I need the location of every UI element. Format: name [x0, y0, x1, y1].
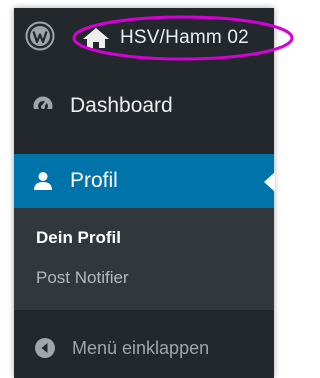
admin-sidebar: HSV/Hamm 02 Dashboard Profil Dein Profil…: [14, 8, 294, 378]
wordpress-logo-icon[interactable]: [25, 21, 55, 51]
collapse-label: Menü einklappen: [72, 337, 210, 358]
site-name-link[interactable]: HSV/Hamm 02: [70, 14, 294, 62]
admin-menu: Dashboard Profil Dein Profil Post Notifi…: [14, 64, 275, 374]
menu-item-label: Dashboard: [70, 94, 173, 117]
menu-item-dashboard[interactable]: Dashboard: [14, 80, 274, 132]
user-icon: [34, 172, 52, 190]
admin-bar: HSV/Hamm 02: [14, 8, 294, 64]
menu-item-profil[interactable]: Profil: [14, 154, 275, 208]
screenshot-frame: HSV/Hamm 02 Dashboard Profil Dein Profil…: [0, 0, 297, 378]
menu-item-label: Profil: [70, 169, 118, 192]
profil-submenu: Dein Profil Post Notifier: [14, 208, 274, 310]
submenu-item-post-notifier[interactable]: Post Notifier: [14, 258, 274, 298]
collapse-arrow-icon: [35, 338, 55, 358]
submenu-item-dein-profil[interactable]: Dein Profil: [14, 218, 274, 258]
collapse-menu-button[interactable]: Menü einklappen: [14, 322, 274, 374]
dashboard-icon: [33, 96, 53, 117]
home-icon: [83, 28, 109, 48]
site-name: HSV/Hamm 02: [120, 27, 249, 48]
current-indicator-arrow: [264, 172, 275, 192]
